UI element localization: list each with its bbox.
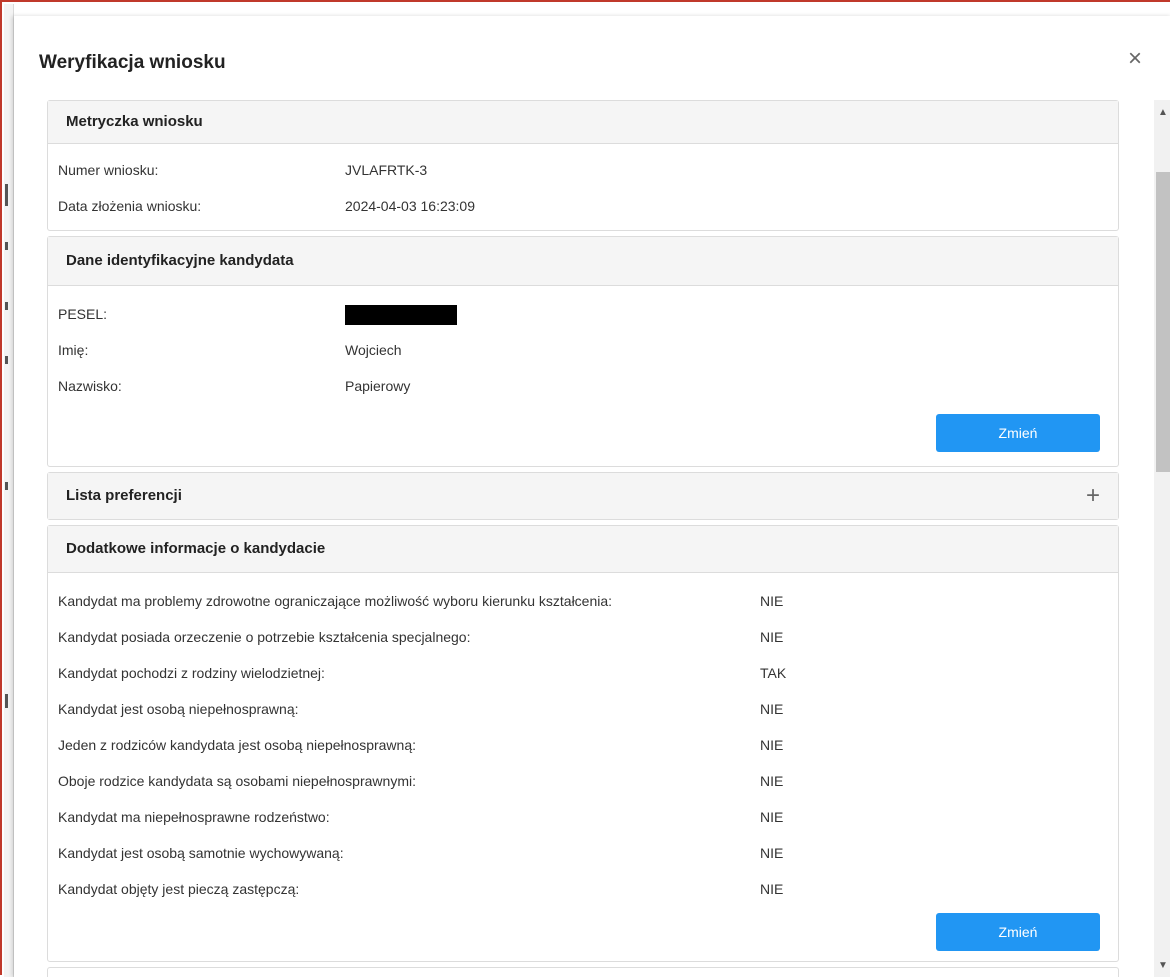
metryczka-row-data: Data złożenia wniosku: 2024-04-03 16:23:… — [58, 188, 1108, 224]
row-value: Wojciech — [345, 342, 402, 358]
info-row: Jeden z rodziców kandydata jest osobą ni… — [58, 727, 1108, 763]
row-label: Oboje rodzice kandydata są osobami niepe… — [58, 773, 416, 789]
window-frame: Weryfikacja wniosku × Metryczka wniosku … — [0, 0, 1170, 977]
pesel-redacted — [345, 296, 457, 332]
metryczka-header: Metryczka wniosku — [48, 101, 1118, 144]
close-icon[interactable]: × — [1122, 46, 1148, 72]
info-row: Kandydat jest osobą samotnie wychowywaną… — [58, 835, 1108, 871]
scrollbar[interactable]: ▲ ▼ — [1154, 100, 1170, 977]
row-value: NIE — [760, 773, 784, 789]
row-label: Kandydat posiada orzeczenie o potrzebie … — [58, 629, 471, 645]
preferencje-title: Lista preferencji — [66, 487, 182, 504]
scroll-up-icon[interactable]: ▲ — [1154, 104, 1170, 122]
row-label: Kandydat jest osobą niepełnosprawną: — [58, 701, 299, 717]
dane-row-nazwisko: Nazwisko: Papierowy — [58, 368, 1108, 404]
row-value: NIE — [760, 845, 784, 861]
info-row: Oboje rodzice kandydata są osobami niepe… — [58, 763, 1108, 799]
verification-modal: Weryfikacja wniosku × Metryczka wniosku … — [14, 16, 1170, 977]
row-label: Kandydat jest osobą samotnie wychowywaną… — [58, 845, 344, 861]
info-row: Kandydat jest osobą niepełnosprawną: NIE — [58, 691, 1108, 727]
zmien-dane-button[interactable]: Zmień — [936, 414, 1100, 452]
next-panel-partial — [47, 967, 1119, 977]
row-label: Kandydat ma problemy zdrowotne ogranicza… — [58, 593, 613, 609]
scrollbar-thumb[interactable] — [1156, 172, 1170, 472]
info-row: Kandydat ma niepełnosprawne rodzeństwo: … — [58, 799, 1108, 835]
row-value: 2024-04-03 16:23:09 — [345, 198, 475, 214]
dane-button-row: Zmień — [58, 414, 1108, 456]
preferencje-header[interactable]: Lista preferencji + — [48, 473, 1118, 519]
info-row: Kandydat objęty jest pieczą zastępczą: N… — [58, 871, 1108, 907]
row-label: Imię: — [58, 342, 89, 358]
dodatkowe-button-row: Zmień — [58, 913, 1108, 955]
dodatkowe-panel: Dodatkowe informacje o kandydacie Kandyd… — [47, 525, 1119, 962]
plus-icon[interactable]: + — [1086, 473, 1100, 519]
row-value: NIE — [760, 737, 784, 753]
metryczka-panel: Metryczka wniosku Numer wniosku: JVLAFRT… — [47, 100, 1119, 231]
row-value: NIE — [760, 701, 784, 717]
dane-panel: Dane identyfikacyjne kandydata PESEL: Im… — [47, 236, 1119, 467]
row-label: Kandydat ma niepełnosprawne rodzeństwo: — [58, 809, 330, 825]
background-page-strip — [4, 4, 14, 977]
row-label: Kandydat objęty jest pieczą zastępczą: — [58, 881, 300, 897]
info-row: Kandydat ma problemy zdrowotne ogranicza… — [58, 583, 1108, 619]
row-label: Data złożenia wniosku: — [58, 198, 202, 214]
row-value: NIE — [760, 629, 784, 645]
dane-header: Dane identyfikacyjne kandydata — [48, 237, 1118, 286]
preferencje-panel[interactable]: Lista preferencji + — [47, 472, 1119, 520]
zmien-dodatkowe-button[interactable]: Zmień — [936, 913, 1100, 951]
dane-row-pesel: PESEL: — [58, 296, 1108, 332]
dodatkowe-header: Dodatkowe informacje o kandydacie — [48, 526, 1118, 573]
row-label: Nazwisko: — [58, 378, 122, 394]
dane-row-imie: Imię: Wojciech — [58, 332, 1108, 368]
modal-content: Metryczka wniosku Numer wniosku: JVLAFRT… — [47, 100, 1119, 977]
row-value: NIE — [760, 809, 784, 825]
row-value: Papierowy — [345, 378, 411, 394]
row-label: PESEL: — [58, 306, 108, 322]
info-row: Kandydat posiada orzeczenie o potrzebie … — [58, 619, 1108, 655]
scroll-down-icon[interactable]: ▼ — [1154, 957, 1170, 975]
row-label: Kandydat pochodzi z rodziny wielodzietne… — [58, 665, 325, 681]
modal-title: Weryfikacja wniosku — [39, 52, 226, 73]
row-value: JVLAFRTK-3 — [345, 162, 428, 178]
row-value: NIE — [760, 593, 784, 609]
info-row: Kandydat pochodzi z rodziny wielodzietne… — [58, 655, 1108, 691]
row-label: Jeden z rodziców kandydata jest osobą ni… — [58, 737, 417, 753]
redaction-box — [345, 305, 457, 326]
row-value: NIE — [760, 881, 784, 897]
row-label: Numer wniosku: — [58, 162, 159, 178]
metryczka-row-numer: Numer wniosku: JVLAFRTK-3 — [58, 152, 1108, 188]
row-value: TAK — [760, 665, 787, 681]
